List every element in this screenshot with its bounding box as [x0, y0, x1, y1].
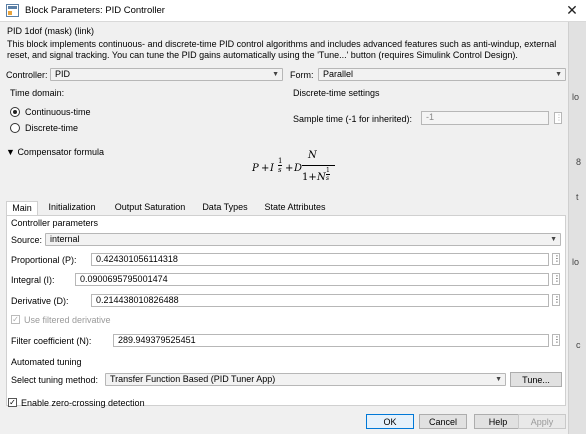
sample-time-input[interactable]: -1 — [421, 111, 549, 125]
tab-data-types[interactable]: Data Types — [196, 201, 254, 215]
formula-i: I — [270, 163, 274, 174]
chevron-down-icon: ▼ — [272, 71, 279, 78]
source-value: internal — [50, 234, 80, 244]
zero-crossing-checkbox[interactable]: ✓ — [8, 398, 17, 407]
source-select[interactable]: internal ▼ — [45, 233, 561, 246]
formula-plus-1: + — [261, 163, 270, 174]
continuous-time-label: Continuous-time — [25, 107, 91, 117]
formula-n2: N — [317, 172, 326, 183]
chevron-down-icon: ▼ — [555, 71, 562, 78]
formula-one-small: 1 — [326, 167, 330, 175]
block-name: PID 1dof (mask) (link) — [7, 26, 95, 36]
controller-parameters-title: Controller parameters — [11, 218, 99, 228]
formula-s: s — [278, 166, 282, 174]
form-select[interactable]: Parallel ▼ — [318, 68, 566, 81]
tuning-method-label: Select tuning method: — [11, 375, 99, 385]
close-button[interactable]: ✕ — [560, 0, 584, 22]
chevron-down-icon: ▼ — [550, 236, 557, 243]
integral-ellipsis-button[interactable]: ⋮ — [552, 273, 561, 285]
compensator-toggle[interactable]: ▼ Compensator formula — [6, 147, 104, 157]
tab-strip: Main Initialization Output Saturation Da… — [6, 201, 566, 216]
formula-n: N — [308, 150, 317, 161]
title-bar[interactable]: Block Parameters: PID Controller ✕ — [0, 0, 586, 22]
tab-main[interactable]: Main — [6, 201, 38, 216]
derivative-ellipsis-button[interactable]: ⋮ — [552, 294, 561, 306]
simulink-app-icon — [6, 4, 19, 17]
tab-initialization[interactable]: Initialization — [42, 201, 102, 215]
proportional-ellipsis-button[interactable]: ⋮ — [552, 253, 561, 265]
filter-coefficient-label: Filter coefficient (N): — [11, 336, 92, 346]
integral-label: Integral (I): — [11, 275, 55, 285]
ok-button[interactable]: OK — [366, 414, 414, 429]
discrete-settings-title: Discrete-time settings — [293, 88, 380, 98]
form-value: Parallel — [323, 69, 354, 79]
bg-glyph-1: lo — [572, 92, 580, 102]
filter-coefficient-ellipsis-button[interactable]: ⋮ — [552, 334, 561, 346]
filter-coefficient-input[interactable]: 289.949379525451 — [113, 334, 549, 347]
bg-glyph-4: lo — [572, 257, 580, 267]
formula-fraction-bar — [302, 165, 335, 166]
tuning-method-value: Transfer Function Based (PID Tuner App) — [110, 374, 276, 384]
automated-tuning-title: Automated tuning — [11, 357, 82, 367]
controller-select[interactable]: PID ▼ — [50, 68, 283, 81]
bg-glyph-5: c — [576, 340, 581, 350]
background-window-strip: lo 8 t lo c — [568, 22, 586, 434]
sample-time-ellipsis-button[interactable]: ⋮ — [554, 112, 563, 124]
discrete-time-label: Discrete-time — [25, 123, 79, 133]
tune-button[interactable]: Tune... — [510, 372, 562, 387]
formula-one: 1 — [278, 157, 283, 166]
continuous-time-radio[interactable] — [10, 107, 20, 117]
derivative-label: Derivative (D): — [11, 296, 69, 306]
triangle-down-icon: ▼ — [6, 147, 15, 157]
derivative-input[interactable]: 0.214438010826488 — [91, 294, 549, 307]
form-label: Form: — [290, 70, 314, 80]
window-title: Block Parameters: PID Controller — [25, 5, 165, 16]
discrete-time-radio[interactable] — [10, 123, 20, 133]
compensator-label: Compensator formula — [17, 147, 104, 157]
cancel-button[interactable]: Cancel — [419, 414, 467, 429]
help-button[interactable]: Help — [474, 414, 522, 429]
formula-plus-2: + — [285, 163, 294, 174]
proportional-input[interactable]: 0.424301056114318 — [91, 253, 549, 266]
dialog-panel: PID 1dof (mask) (link) This block implem… — [0, 22, 568, 434]
use-filtered-derivative-label: Use filtered derivative — [24, 315, 111, 325]
apply-button[interactable]: Apply — [518, 414, 566, 429]
time-domain-title: Time domain: — [10, 88, 65, 98]
formula-one-plus: 1+ — [302, 172, 317, 183]
tuning-method-select[interactable]: Transfer Function Based (PID Tuner App) … — [105, 373, 506, 386]
formula-s-small: s — [326, 175, 330, 182]
source-label: Source: — [11, 235, 43, 245]
controller-label: Controller: — [6, 70, 48, 80]
proportional-label: Proportional (P): — [11, 255, 77, 265]
formula-p: P — [252, 163, 259, 174]
bg-glyph-2: 8 — [576, 157, 582, 167]
chevron-down-icon: ▼ — [495, 376, 502, 383]
controller-value: PID — [55, 69, 71, 79]
zero-crossing-label: Enable zero-crossing detection — [21, 398, 145, 408]
block-description: This block implements continuous- and di… — [7, 39, 557, 60]
formula-d: D — [294, 163, 303, 174]
bg-glyph-3: t — [576, 192, 579, 202]
compensator-formula: P + I 1 s + D N 1+ N 1 s — [252, 150, 342, 194]
integral-input[interactable]: 0.0900695795001474 — [75, 273, 549, 286]
sample-time-label: Sample time (-1 for inherited): — [293, 114, 413, 124]
tab-state-attributes[interactable]: State Attributes — [258, 201, 332, 215]
use-filtered-derivative-checkbox[interactable]: ✓ — [11, 315, 20, 324]
tab-output-saturation[interactable]: Output Saturation — [108, 201, 192, 215]
